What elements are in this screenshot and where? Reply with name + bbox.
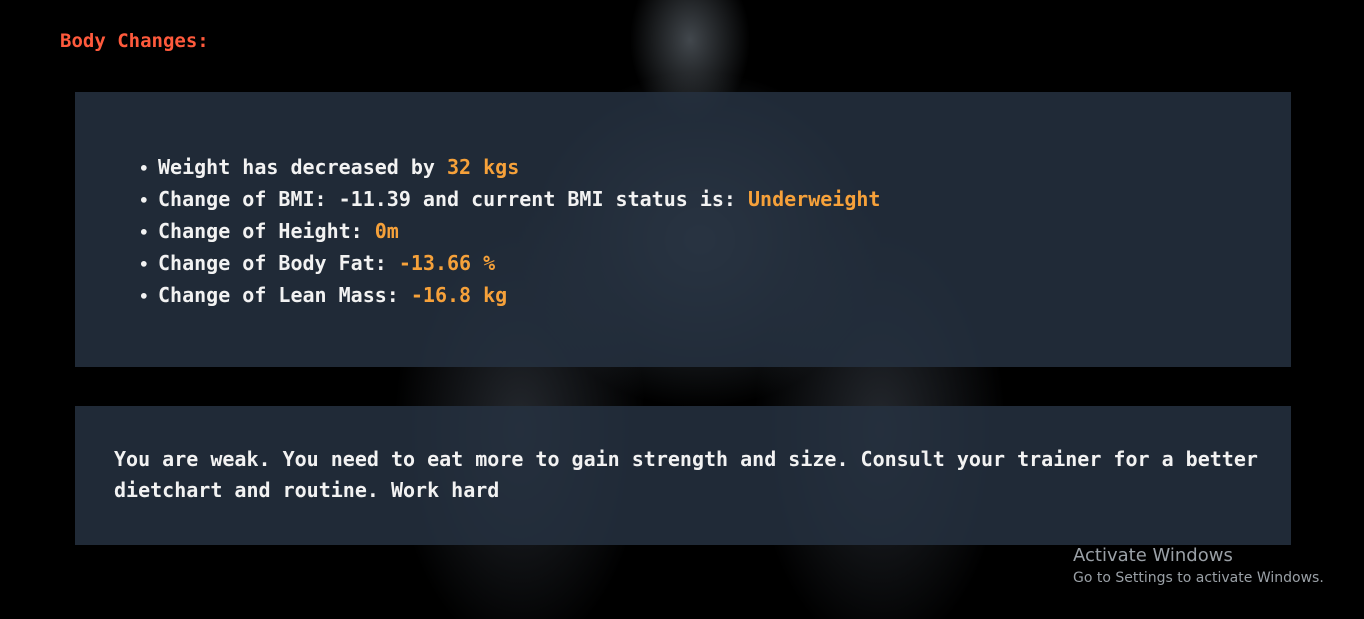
bullet-icon: •: [139, 287, 149, 306]
body-changes-panel: • Weight has decreased by 32 kgs • Change …: [75, 92, 1291, 367]
body-fat-change-value: -13.66 %: [398, 251, 496, 275]
activate-windows-subtitle: Go to Settings to activate Windows.: [1073, 570, 1324, 586]
bmi-status-value: Underweight: [748, 187, 881, 211]
height-change-label: Change of Height:: [158, 219, 375, 243]
lean-mass-change-value: -16.8 kg: [410, 283, 508, 307]
activate-windows-watermark: Activate Windows Go to Settings to activ…: [1073, 544, 1324, 588]
body-fat-change-label: Change of Body Fat:: [158, 251, 399, 275]
body-changes-heading: Body Changes:: [60, 30, 209, 52]
lean-mass-change-item: • Change of Lean Mass: -16.8 kg: [139, 280, 880, 312]
height-change-item: • Change of Height: 0m: [139, 216, 880, 248]
bmi-change-item: • Change of BMI: -11.39 and current BMI s…: [139, 184, 880, 216]
body-fat-change-item: • Change of Body Fat: -13.66 %: [139, 248, 880, 280]
body-changes-list: • Weight has decreased by 32 kgs • Change …: [139, 152, 880, 312]
height-change-value: 0m: [374, 219, 399, 243]
advice-panel: You are weak. You need to eat more to ga…: [75, 406, 1291, 545]
lean-mass-change-label: Change of Lean Mass:: [158, 283, 411, 307]
bmi-change-label: Change of BMI: -11.39 and current BMI st…: [158, 187, 749, 211]
advice-message: You are weak. You need to eat more to ga…: [114, 447, 1258, 502]
bullet-icon: •: [139, 223, 149, 242]
bullet-icon: •: [139, 255, 149, 274]
activate-windows-title: Activate Windows: [1073, 545, 1233, 566]
weight-change-label: Weight has decreased by: [158, 155, 447, 179]
weight-change-value: 32 kgs: [446, 155, 520, 179]
weight-change-item: • Weight has decreased by 32 kgs: [139, 152, 880, 184]
bullet-icon: •: [139, 191, 149, 210]
bullet-icon: •: [139, 159, 149, 178]
